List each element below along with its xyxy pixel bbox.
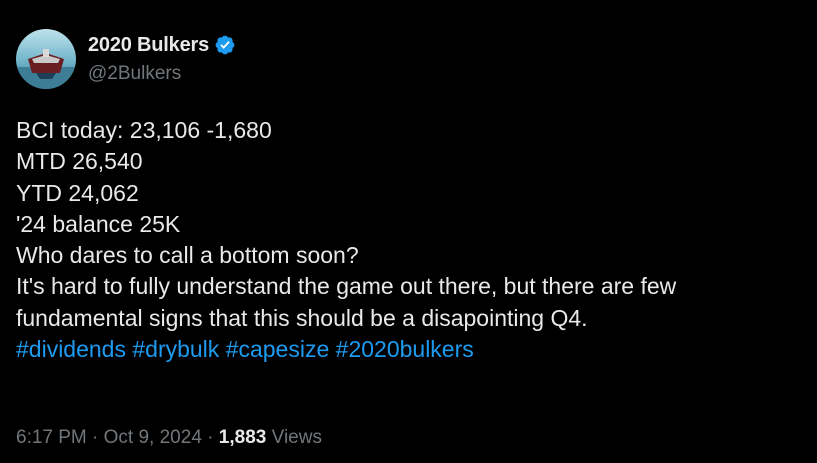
meta-separator: · xyxy=(92,427,99,448)
avatar[interactable] xyxy=(16,29,76,89)
tweet-line: YTD 24,062 xyxy=(16,179,139,206)
tweet-time[interactable]: 6:17 PM xyxy=(16,427,87,448)
hashtag-link[interactable]: #drybulk xyxy=(132,336,219,362)
meta-separator: · xyxy=(207,427,214,448)
tweet-line: It's hard to fully understand the game o… xyxy=(16,273,677,300)
author-handle[interactable]: @2Bulkers xyxy=(88,63,181,85)
tweet-card: 2020 Bulkers @2Bulkers BCI today: 23,106… xyxy=(0,0,817,463)
views-count: 1,883 xyxy=(218,427,267,448)
hashtag-link[interactable]: #2020bulkers xyxy=(336,336,474,362)
hashtag-link[interactable]: #capesize xyxy=(226,336,330,362)
author-name-row: 2020 Bulkers xyxy=(88,33,236,57)
tweet-line: MTD 26,540 xyxy=(16,148,143,175)
ship-avatar-icon xyxy=(16,29,76,89)
tweet-meta: 6:17 PM · Oct 9, 2024 · 1,883 Views xyxy=(16,427,322,449)
tweet-line: Who dares to call a bottom soon? xyxy=(16,242,359,269)
tweet-line: BCI today: 23,106 -1,680 xyxy=(16,117,272,143)
tweet-text: BCI today: 23,106 -1,680 MTD 26,540 YTD … xyxy=(16,115,806,365)
hashtag-row: #dividends #drybulk #capesize #2020bulke… xyxy=(16,334,806,365)
hashtag-link[interactable]: #dividends xyxy=(16,336,126,362)
verified-badge-icon[interactable] xyxy=(214,34,236,56)
display-name[interactable]: 2020 Bulkers xyxy=(88,34,209,57)
tweet-date[interactable]: Oct 9, 2024 xyxy=(104,427,202,448)
views-label: Views xyxy=(271,427,322,448)
tweet-line: '24 balance 25K xyxy=(16,210,181,237)
tweet-line: fundamental signs that this should be a … xyxy=(16,304,588,331)
